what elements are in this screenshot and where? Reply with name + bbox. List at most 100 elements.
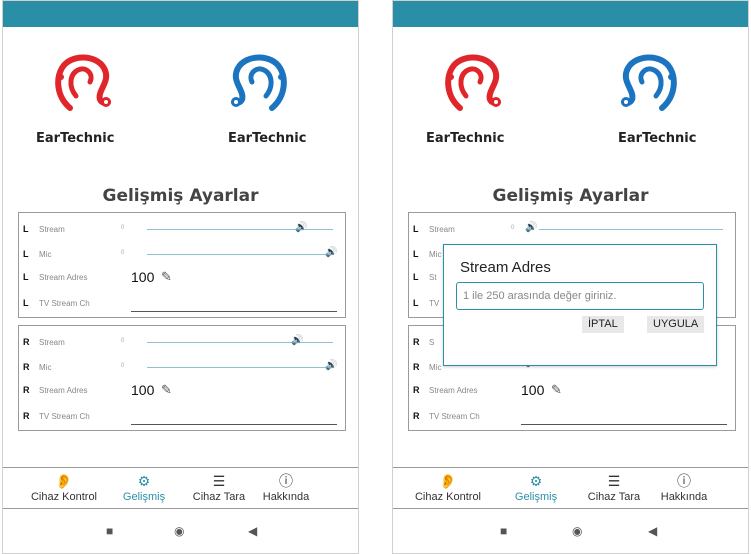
- nav-gelismis[interactable]: ⚙ Gelişmiş: [104, 472, 184, 503]
- right-settings-group: R Stream 0 🔊 R Mic 0 🔊 R Stream Adres 10…: [18, 325, 346, 431]
- side-label: L: [23, 224, 29, 234]
- side-label: R: [23, 411, 30, 421]
- row-label: S: [429, 338, 435, 347]
- row-label: Stream: [39, 225, 65, 234]
- side-label: L: [23, 298, 29, 308]
- right-stream-row: R Stream 0 🔊: [19, 334, 345, 352]
- tv-stream-channel-field[interactable]: [131, 311, 337, 312]
- system-nav-bar: ■ ◉ ◀: [392, 510, 749, 554]
- volume-icon[interactable]: 🔊: [525, 222, 537, 233]
- side-label: L: [413, 272, 419, 282]
- info-icon: ⓘ: [279, 473, 293, 489]
- brand-right: EarTechnic: [618, 131, 697, 146]
- right-stream-adres-row: R Stream Adres 100 ✎: [409, 382, 735, 400]
- brand-left: EarTechnic: [426, 131, 505, 146]
- left-mic-row: L Mic 0 🔊: [19, 246, 345, 264]
- side-label: L: [413, 249, 419, 259]
- right-ear-logo-icon: [621, 54, 677, 111]
- volume-icon[interactable]: 🔊: [291, 335, 303, 346]
- nav-gelismis[interactable]: ⚙ Gelişmiş: [496, 472, 576, 503]
- nav-label: Hakkında: [660, 491, 708, 503]
- stream-slider-track[interactable]: [147, 342, 333, 343]
- cancel-button[interactable]: İPTAL: [582, 316, 624, 333]
- edit-icon[interactable]: ✎: [161, 382, 172, 398]
- slider-min-label: 0: [511, 225, 515, 231]
- mic-slider-track[interactable]: [147, 254, 333, 255]
- side-label: L: [413, 224, 419, 234]
- dialog-title: Stream Adres: [460, 259, 551, 276]
- slider-min-label: 0: [121, 338, 125, 344]
- row-label: Mic: [429, 363, 442, 372]
- left-settings-group: L Stream 0 🔊 L Mic 0 🔊 L Stream Adres 10…: [18, 212, 346, 318]
- right-stream-adres-row: R Stream Adres 100 ✎: [19, 382, 345, 400]
- ear-icon: 👂: [439, 473, 457, 489]
- app-top-bar: [392, 0, 749, 27]
- side-label: L: [23, 249, 29, 259]
- side-label: R: [413, 411, 420, 421]
- circle-icon[interactable]: ◉: [174, 524, 184, 538]
- tv-stream-channel-field[interactable]: [131, 424, 337, 425]
- mic-slider-track[interactable]: [147, 367, 333, 368]
- row-label: TV: [429, 299, 440, 308]
- page-title: Gelişmiş Ayarlar: [102, 186, 259, 206]
- nav-label: Hakkında: [262, 491, 310, 503]
- row-label: St: [429, 273, 437, 282]
- side-label: R: [23, 337, 30, 347]
- nav-label: Cihaz Kontrol: [414, 491, 482, 503]
- list-icon: ☰: [607, 473, 621, 489]
- nav-hakkinda[interactable]: ⓘ Hakkında: [246, 472, 326, 503]
- right-tv-stream-row: R TV Stream Ch: [409, 408, 735, 426]
- nav-label: Cihaz Tara: [587, 491, 641, 503]
- circle-icon[interactable]: ◉: [572, 524, 582, 538]
- nav-label: Cihaz Kontrol: [30, 491, 98, 503]
- stream-adres-value: 100: [131, 382, 155, 398]
- nav-cihaz-tara[interactable]: ☰ Cihaz Tara: [574, 472, 654, 503]
- nav-hakkinda[interactable]: ⓘ Hakkında: [644, 472, 724, 503]
- nav-label: Gelişmiş: [122, 491, 166, 503]
- side-label: R: [23, 362, 30, 372]
- brand-left: EarTechnic: [36, 131, 115, 146]
- left-ear-logo-icon: [55, 54, 111, 111]
- volume-icon[interactable]: 🔊: [325, 360, 337, 371]
- stream-adres-input[interactable]: [456, 282, 704, 310]
- left-tv-stream-row: L TV Stream Ch: [19, 295, 345, 313]
- gear-icon: ⚙: [529, 473, 543, 489]
- nav-cihaz-kontrol[interactable]: 👂 Cihaz Kontrol: [408, 472, 488, 503]
- bottom-nav: 👂 Cihaz Kontrol ⚙ Gelişmiş ☰ Cihaz Tara …: [2, 467, 359, 509]
- side-label: R: [413, 385, 420, 395]
- edit-icon[interactable]: ✎: [161, 269, 172, 285]
- right-mic-row: R Mic 0 🔊: [19, 359, 345, 377]
- row-label: Stream: [429, 225, 455, 234]
- back-triangle-icon[interactable]: ◀: [648, 524, 657, 538]
- apply-button[interactable]: UYGULA: [647, 316, 705, 333]
- tv-stream-channel-field[interactable]: [521, 424, 727, 425]
- row-label: Mic: [429, 250, 442, 259]
- row-label: TV Stream Ch: [39, 412, 90, 421]
- app-top-bar: [2, 0, 359, 27]
- square-icon[interactable]: ■: [106, 524, 113, 538]
- volume-icon[interactable]: 🔊: [325, 247, 337, 258]
- phone-screen-advanced: EarTechnic EarTechnic Gelişmiş Ayarlar L…: [2, 0, 359, 554]
- row-label: Mic: [39, 250, 52, 259]
- row-label: Stream Adres: [39, 273, 88, 282]
- right-tv-stream-row: R TV Stream Ch: [19, 408, 345, 426]
- slider-min-label: 0: [121, 363, 125, 369]
- edit-icon[interactable]: ✎: [551, 382, 562, 398]
- row-label: Stream Adres: [429, 386, 478, 395]
- left-stream-row: L Stream 0 🔊: [19, 221, 345, 239]
- row-label: Mic: [39, 363, 52, 372]
- side-label: L: [23, 272, 29, 282]
- row-label: TV Stream Ch: [429, 412, 480, 421]
- side-label: R: [23, 385, 30, 395]
- side-label: R: [413, 337, 420, 347]
- square-icon[interactable]: ■: [500, 524, 507, 538]
- stream-adres-value: 100: [131, 269, 155, 285]
- stream-adres-value: 100: [521, 382, 545, 398]
- volume-icon[interactable]: 🔊: [295, 222, 307, 233]
- side-label: L: [413, 298, 419, 308]
- row-label: Stream Adres: [39, 386, 88, 395]
- nav-cihaz-kontrol[interactable]: 👂 Cihaz Kontrol: [24, 472, 104, 503]
- stream-slider-track[interactable]: [539, 229, 723, 230]
- back-triangle-icon[interactable]: ◀: [248, 524, 257, 538]
- page-title: Gelişmiş Ayarlar: [492, 186, 649, 206]
